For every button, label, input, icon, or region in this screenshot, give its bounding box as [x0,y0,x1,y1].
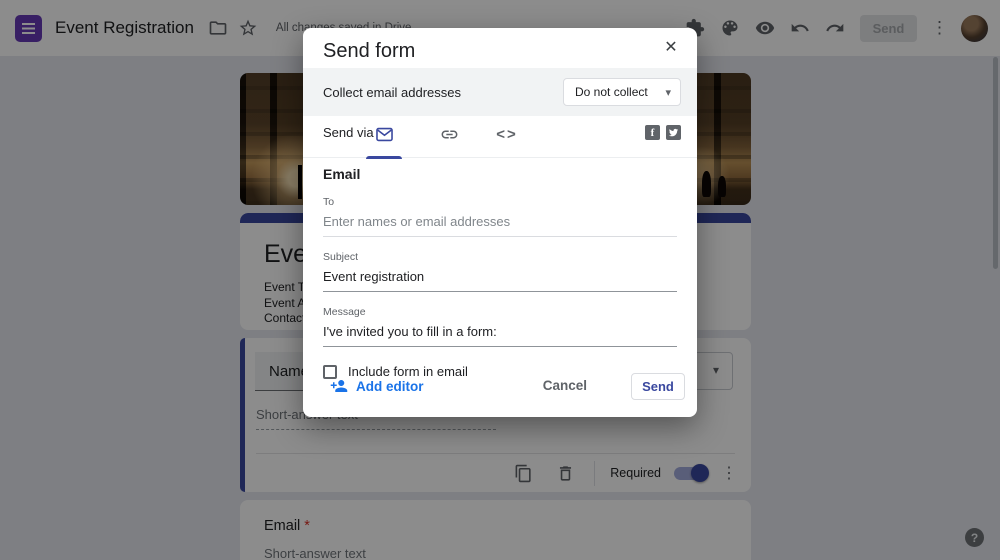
dialog-title: Send form [323,40,416,62]
cancel-button[interactable]: Cancel [543,378,587,393]
message-input[interactable] [323,318,677,347]
subject-input[interactable] [323,263,677,292]
collect-email-value: Do not collect [575,85,648,99]
collect-email-dropdown[interactable]: Do not collect ▾ [563,78,681,106]
to-input[interactable] [323,208,677,237]
send-form-dialog: Send form ✕ Collect email addresses Do n… [303,28,697,417]
to-field-label: To [323,196,335,208]
subject-field-label: Subject [323,251,359,263]
close-icon[interactable]: ✕ [661,38,681,58]
send-button-dialog[interactable]: Send [631,373,685,400]
collect-email-row: Collect email addresses Do not collect ▾ [303,68,697,116]
email-compose-section: Email To Subject Message Include form in… [323,166,677,379]
person-add-icon [330,380,348,392]
share-twitter-button[interactable] [666,125,681,140]
collect-email-label: Collect email addresses [323,84,462,100]
envelope-icon [375,127,393,142]
send-via-tabs: Send via <> f [303,116,697,159]
tab-send-email[interactable] [366,122,402,159]
tab-send-link[interactable] [432,122,466,155]
twitter-icon [668,128,679,137]
send-via-label: Send via [323,125,374,140]
add-editor-button[interactable]: Add editor [330,377,424,395]
email-section-heading: Email [323,166,361,182]
share-facebook-button[interactable]: f [645,125,660,140]
dialog-footer: Add editor Cancel Send [303,373,697,403]
chevron-down-icon: ▾ [665,86,671,99]
link-icon [441,130,457,139]
add-editor-label: Add editor [356,378,424,394]
message-field-label: Message [323,306,366,318]
dialog-header: Send form ✕ [303,28,697,68]
google-forms-app: Event Registration All changes saved in … [0,0,1000,560]
facebook-icon: f [650,126,655,139]
tab-embed-html[interactable]: <> [490,122,524,155]
code-icon: <> [496,126,518,143]
